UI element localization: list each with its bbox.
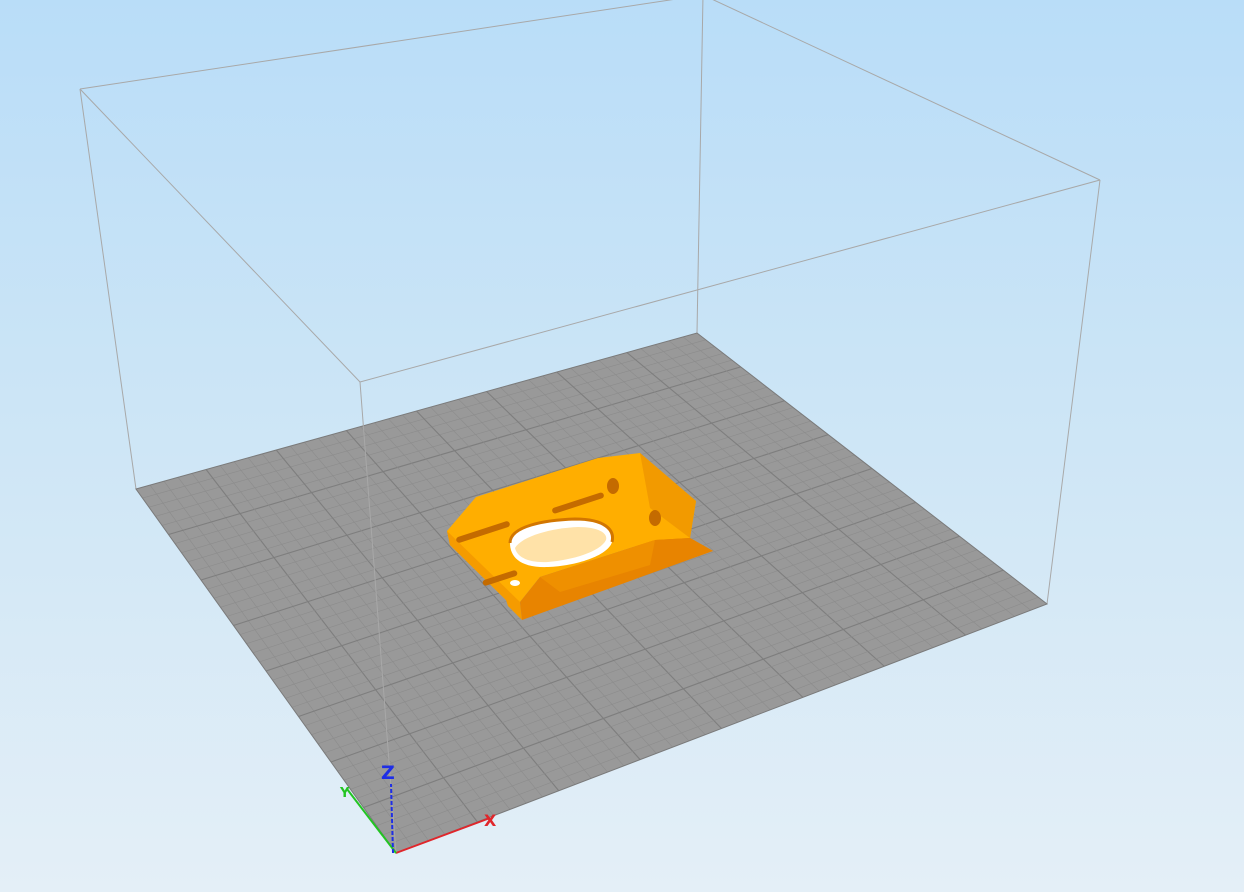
- volume-top-left-edge: [79, 88, 361, 383]
- model-small-notch: [510, 580, 520, 586]
- scene-canvas[interactable]: X Y Z: [0, 0, 1244, 892]
- y-axis-label: Y: [339, 786, 350, 801]
- model-flange-hole-bottom: [649, 510, 661, 526]
- volume-top-front-edge: [359, 179, 1101, 383]
- 3d-viewport[interactable]: X Y Z: [0, 0, 1244, 892]
- volume-back-vertical-edge: [696, 0, 704, 334]
- volume-top-back-edge: [79, 0, 674, 90]
- volume-right-vertical-edge: [1046, 179, 1101, 605]
- z-axis-label: Z: [381, 762, 395, 784]
- x-axis-label: X: [484, 811, 497, 830]
- volume-left-vertical-edge: [79, 88, 137, 490]
- volume-top-right-edge: [712, 0, 1101, 181]
- model-flange-hole-top: [607, 478, 619, 494]
